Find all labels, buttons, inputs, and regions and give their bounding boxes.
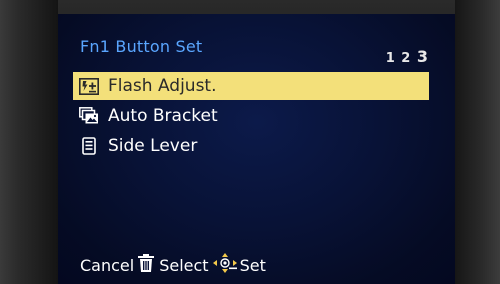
menu-item-auto-bracket[interactable]: Auto Bracket [73, 102, 429, 130]
bezel-left-edge [0, 0, 58, 284]
menu-item-label: Auto Bracket [108, 106, 218, 126]
menu-item-label: Flash Adjust. [108, 76, 217, 96]
auto-bracket-icon [79, 107, 99, 125]
bezel-right-edge [455, 0, 500, 284]
set-label: Set [239, 255, 266, 275]
cancel-label: Cancel [80, 255, 135, 275]
camera-lcd-screen: Fn1 Button Set 1 2 3 Flash Adjust. Auto … [58, 14, 455, 284]
page-number: 2 [401, 51, 412, 66]
cross-key-icon [212, 252, 238, 278]
page-number: 1 [385, 51, 396, 66]
menu-item-flash-adjust[interactable]: Flash Adjust. [73, 72, 429, 100]
current-page-number: 3 [416, 47, 429, 66]
select-label: Select [159, 255, 209, 275]
menu-title: Fn1 Button Set [80, 37, 203, 56]
button-guide: Cancel Select Set [80, 252, 266, 278]
trash-icon [136, 253, 156, 277]
page-indicator: 1 2 3 [386, 47, 429, 66]
flash-adjust-icon [79, 77, 99, 95]
side-lever-icon [79, 137, 99, 155]
menu-item-label: Side Lever [108, 136, 198, 156]
menu-item-side-lever[interactable]: Side Lever [73, 132, 429, 160]
